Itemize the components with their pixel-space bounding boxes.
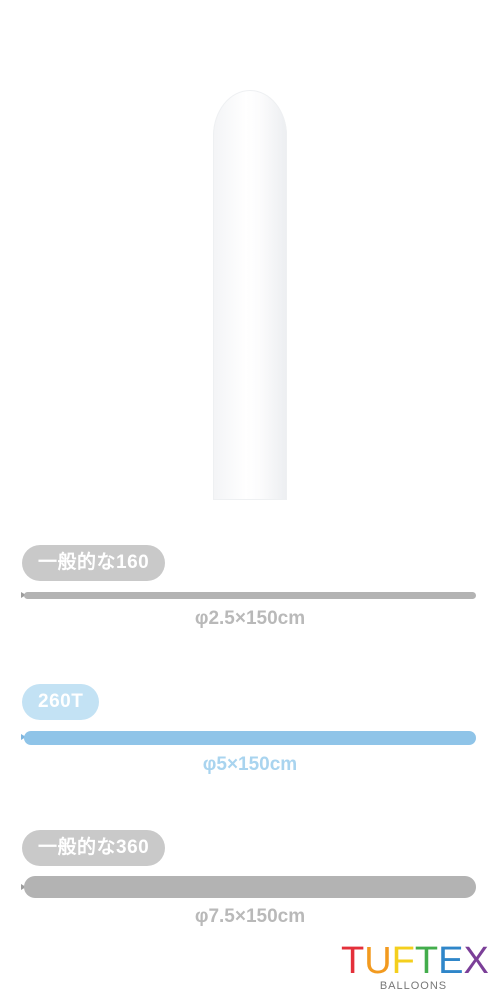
tuftex-logo: TUFTEX BALLOONS [341, 940, 489, 992]
balloon-360-bar [24, 876, 476, 898]
logo-letter: T [341, 940, 365, 982]
size-text-360: φ7.5×150cm [194, 906, 306, 927]
balloon-image [213, 90, 287, 500]
size-text-260t: φ5×150cm [202, 754, 298, 775]
balloon-260t-bar [24, 731, 476, 745]
logo-wordmark: TUFTEX [341, 940, 489, 982]
logo-letter: U [364, 940, 392, 982]
logo-letter: X [463, 940, 489, 982]
size-text-160: φ2.5×150cm [194, 608, 306, 629]
logo-letter: T [414, 940, 439, 982]
logo-letter: E [438, 940, 464, 982]
balloon-160-bar [24, 592, 476, 599]
logo-letter: F [391, 940, 415, 982]
label-badge-160: 一般的な160 [22, 545, 166, 581]
label-badge-260t: 260T [22, 684, 100, 720]
label-badge-360: 一般的な360 [22, 830, 166, 866]
